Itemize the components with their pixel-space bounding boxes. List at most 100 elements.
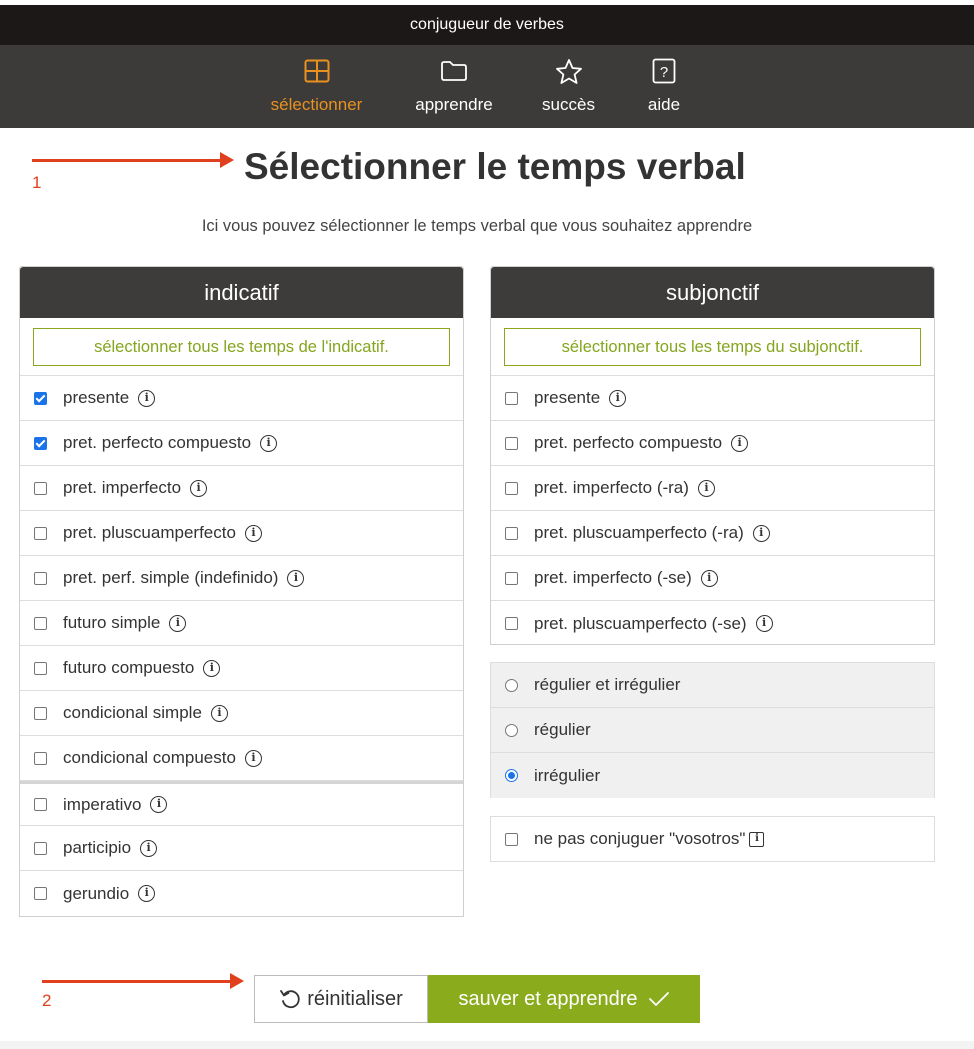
tense-row[interactable]: pret. imperfecto (-ra) i <box>491 466 934 511</box>
verb-type-option[interactable]: régulier et irrégulier <box>491 663 934 708</box>
info-icon[interactable]: i <box>752 524 770 542</box>
info-icon[interactable]: i <box>138 389 156 407</box>
nav-item-success[interactable]: succès <box>540 45 597 128</box>
tense-row[interactable]: pret. imperfecto (-se) i <box>491 556 934 601</box>
tense-row[interactable]: pret. perfecto compuesto i <box>491 421 934 466</box>
radio-button[interactable] <box>505 678 518 692</box>
select-all-subjonctif-button[interactable]: sélectionner tous les temps du subjoncti… <box>504 328 921 366</box>
tense-row[interactable]: presente i <box>20 376 463 421</box>
tense-label: pret. imperfecto (-se) <box>534 568 692 587</box>
tense-label: pret. imperfecto <box>63 478 182 497</box>
info-icon[interactable]: i <box>749 831 765 847</box>
checkbox[interactable] <box>34 436 47 450</box>
tense-row[interactable]: gerundio i <box>20 871 463 916</box>
option-label: irrégulier <box>534 765 601 785</box>
tense-row[interactable]: imperativo i <box>20 781 463 826</box>
tense-label: condicional compuesto <box>63 748 236 767</box>
reset-button[interactable]: réinitialiser <box>254 975 428 1023</box>
info-icon[interactable]: i <box>203 659 221 677</box>
indicatif-select-all-wrap: sélectionner tous les temps de l'indicat… <box>20 318 463 376</box>
checkbox[interactable] <box>34 798 47 811</box>
info-icon[interactable]: i <box>150 796 168 813</box>
info-icon[interactable]: i <box>138 885 156 902</box>
checkbox[interactable] <box>34 571 47 585</box>
vosotros-label: ne pas conjuguer "vosotros" <box>534 829 746 848</box>
tense-row[interactable]: pret. pluscuamperfecto (-ra) i <box>491 511 934 556</box>
save-and-learn-button[interactable]: sauver et apprendre <box>428 975 700 1023</box>
svg-text:?: ? <box>660 64 668 81</box>
tense-row[interactable]: pret. perf. simple (indefinido) i <box>20 556 463 601</box>
nav-label: succès <box>542 95 595 114</box>
info-icon[interactable]: i <box>244 749 262 767</box>
tense-label: presente <box>534 388 601 407</box>
checkbox[interactable] <box>505 526 518 540</box>
checkbox[interactable] <box>34 661 47 675</box>
checkbox[interactable] <box>34 887 47 900</box>
page-title: Sélectionner le temps verbal <box>244 146 746 187</box>
tense-row[interactable]: futuro simple i <box>20 601 463 646</box>
checkbox[interactable] <box>34 841 47 855</box>
checkbox[interactable] <box>505 571 518 585</box>
reset-label: réinitialiser <box>307 987 403 1010</box>
tense-label: pret. pluscuamperfecto (-se) <box>534 613 747 633</box>
tense-label: pret. perfecto compuesto <box>534 433 723 452</box>
tense-row[interactable]: pret. imperfecto i <box>20 466 463 511</box>
star-icon <box>555 57 583 85</box>
nav-label: apprendre <box>415 95 493 114</box>
checkbox[interactable] <box>505 481 518 495</box>
subjonctif-panel: subjonctif sélectionner tous les temps d… <box>490 266 935 645</box>
tense-label: pret. pluscuamperfecto (-ra) <box>534 523 744 542</box>
tense-row[interactable]: futuro compuesto i <box>20 646 463 691</box>
info-icon[interactable]: i <box>755 615 773 632</box>
info-icon[interactable]: i <box>260 434 278 452</box>
checkbox[interactable] <box>505 436 518 450</box>
subjonctif-header: subjonctif <box>491 267 934 318</box>
tense-row[interactable]: presente i <box>491 376 934 421</box>
info-icon[interactable]: i <box>169 614 187 632</box>
info-icon[interactable]: i <box>697 479 715 497</box>
info-icon[interactable]: i <box>700 569 718 587</box>
checkbox[interactable] <box>34 481 47 495</box>
info-icon[interactable]: i <box>731 434 749 452</box>
select-all-indicatif-button[interactable]: sélectionner tous les temps de l'indicat… <box>33 328 450 366</box>
tense-label: imperativo <box>63 794 142 814</box>
checkbox[interactable] <box>505 832 518 846</box>
checkbox[interactable] <box>34 751 47 765</box>
info-icon[interactable]: i <box>609 389 627 407</box>
app-title-bar: conjugueur de verbes <box>0 5 974 45</box>
verb-type-panel: régulier et irrégulier régulier irréguli… <box>490 662 935 798</box>
annotation-number-2: 2 <box>42 991 52 1010</box>
checkbox[interactable] <box>34 706 47 720</box>
tense-row[interactable]: pret. perfecto compuesto i <box>20 421 463 466</box>
tense-row[interactable]: pret. pluscuamperfecto i <box>20 511 463 556</box>
nav-item-learn[interactable]: apprendre <box>410 45 498 128</box>
tense-row[interactable]: condicional compuesto i <box>20 736 463 781</box>
checkbox[interactable] <box>34 526 47 540</box>
nav-label: aide <box>647 95 681 114</box>
nav-item-select[interactable]: sélectionner <box>266 45 367 128</box>
checkbox[interactable] <box>34 616 47 630</box>
nav-item-help[interactable]: ? aide <box>645 45 683 128</box>
verb-type-option[interactable]: régulier <box>491 708 934 753</box>
checkbox[interactable] <box>505 391 518 405</box>
app-title: conjugueur de verbes <box>410 16 564 33</box>
vosotros-row[interactable]: ne pas conjuguer "vosotros" i <box>491 817 934 861</box>
save-label: sauver et apprendre <box>458 987 638 1010</box>
radio-button[interactable] <box>505 769 518 782</box>
tense-row[interactable]: condicional simple i <box>20 691 463 736</box>
radio-button[interactable] <box>505 723 518 737</box>
indicatif-header: indicatif <box>20 267 463 318</box>
tense-row[interactable]: participio i <box>20 826 463 871</box>
info-icon[interactable]: i <box>287 569 305 587</box>
info-icon[interactable]: i <box>244 524 262 542</box>
checkbox[interactable] <box>505 617 518 630</box>
nav-label: sélectionner <box>270 95 363 114</box>
info-icon[interactable]: i <box>140 839 158 857</box>
tense-row[interactable]: pret. pluscuamperfecto (-se) i <box>491 601 934 646</box>
verb-type-option[interactable]: irrégulier <box>491 753 934 798</box>
help-icon: ? <box>650 57 678 85</box>
info-icon[interactable]: i <box>210 704 228 722</box>
indicatif-panel: indicatif sélectionner tous les temps de… <box>19 266 464 917</box>
info-icon[interactable]: i <box>190 479 208 497</box>
checkbox[interactable] <box>34 391 47 405</box>
